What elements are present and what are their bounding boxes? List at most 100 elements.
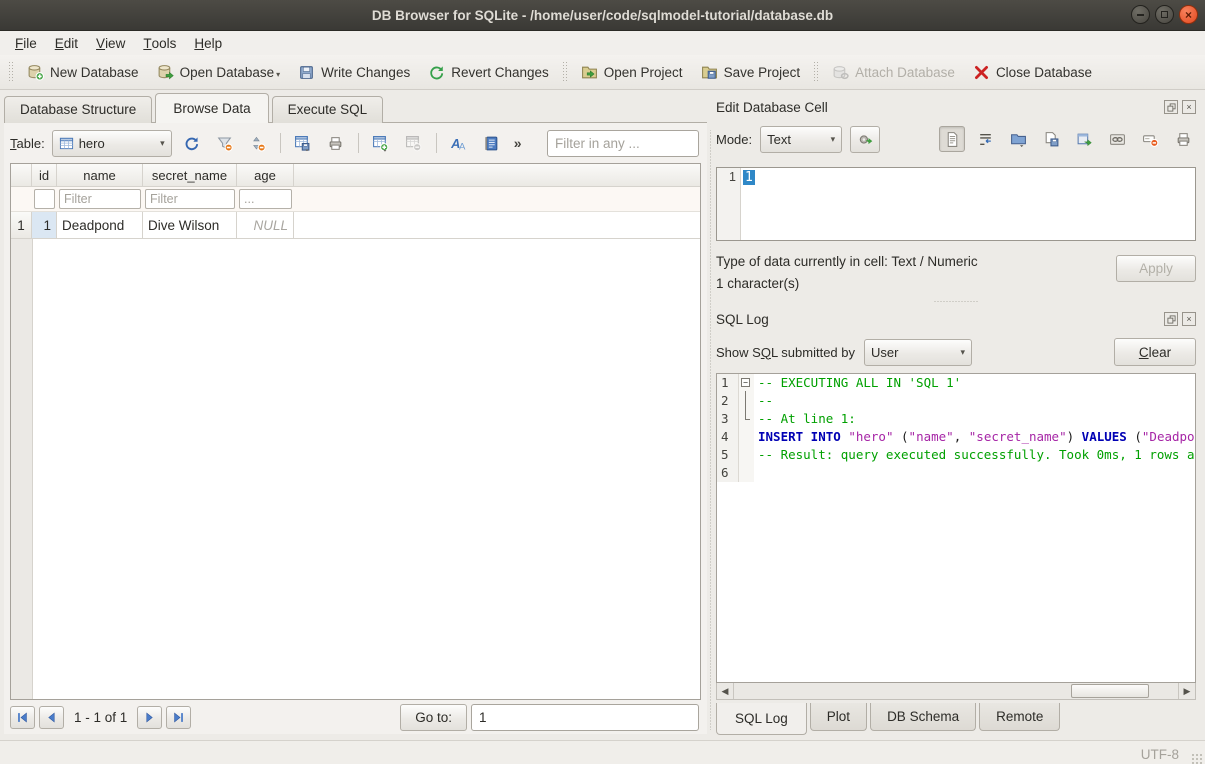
next-record-button[interactable] — [137, 706, 162, 729]
sql-log-view[interactable]: 1−-- EXECUTING ALL IN 'SQL 1'2--3-- At l… — [716, 373, 1196, 683]
tab-database-structure[interactable]: Database Structure — [4, 96, 152, 123]
float-panel-icon[interactable] — [1164, 312, 1178, 326]
log-line-text — [754, 464, 1195, 482]
dock-tab-sql-log[interactable]: SQL Log — [716, 703, 807, 735]
dock-tab-plot[interactable]: Plot — [810, 703, 867, 731]
column-header-id[interactable]: id — [32, 164, 57, 187]
close-window-button[interactable]: × — [1179, 5, 1198, 24]
export-data-button[interactable] — [1038, 126, 1064, 152]
open-in-external-button[interactable] — [1071, 126, 1097, 152]
scroll-right-icon[interactable]: ▶ — [1178, 683, 1195, 699]
filter-input-age[interactable] — [239, 189, 292, 209]
dock-splitter-handle[interactable] — [934, 295, 978, 307]
scroll-left-icon[interactable]: ◀ — [717, 683, 734, 699]
close-database-button[interactable]: Close Database — [964, 60, 1101, 85]
float-panel-icon[interactable] — [1164, 100, 1178, 114]
previous-record-button[interactable] — [39, 706, 64, 729]
binary-view-button[interactable] — [479, 130, 505, 156]
table-toolbar: Table: hero ▾ AA — [4, 123, 707, 163]
open-project-button[interactable]: Open Project — [572, 60, 692, 85]
column-header-secret_name[interactable]: secret_name — [143, 164, 237, 187]
tab-execute-sql[interactable]: Execute SQL — [272, 96, 384, 123]
cell-editor-content[interactable]: 1 — [741, 168, 1195, 240]
menu-edit[interactable]: Edit — [46, 31, 87, 55]
word-wrap-button[interactable] — [972, 126, 998, 152]
cell-name[interactable]: Deadpond — [57, 212, 143, 239]
set-null-icon — [1142, 131, 1159, 148]
minimize-button[interactable] — [1131, 5, 1150, 24]
scrollbar-track[interactable] — [734, 683, 1178, 699]
toolbar-grip[interactable] — [8, 61, 14, 83]
print-cell-button[interactable] — [1170, 126, 1196, 152]
apply-button[interactable]: Apply — [1116, 255, 1196, 282]
cell-editor[interactable]: 1 1 — [716, 167, 1196, 241]
log-line-number: 5 — [717, 446, 739, 464]
new-database-button[interactable]: New Database — [18, 60, 148, 85]
row-header[interactable]: 1 — [11, 212, 32, 239]
table-label: Table: — [10, 136, 45, 151]
sql-log-controls: Show SQL submitted by User ▾ Clear — [716, 331, 1196, 373]
print-button[interactable] — [323, 130, 349, 156]
import-data-button[interactable] — [1005, 126, 1031, 152]
goto-input[interactable] — [471, 704, 699, 731]
filter-input-secret_name[interactable] — [145, 189, 235, 209]
last-record-button[interactable] — [166, 706, 191, 729]
attach-database-label: Attach Database — [855, 65, 955, 80]
scrollbar-thumb[interactable] — [1071, 684, 1148, 698]
close-panel-icon[interactable]: × — [1182, 100, 1196, 114]
filter-input-name[interactable] — [59, 189, 141, 209]
next-record-icon — [144, 712, 155, 723]
text-mode-button[interactable] — [939, 126, 965, 152]
first-record-button[interactable] — [10, 706, 35, 729]
clear-filters-button[interactable] — [212, 130, 238, 156]
column-header-name[interactable]: name — [57, 164, 143, 187]
mode-select-value: Text — [767, 132, 791, 147]
open-database-dropdown-icon[interactable]: ▾ — [276, 70, 280, 81]
open-database-button[interactable]: Open Database ▾ — [148, 60, 290, 85]
write-changes-button[interactable]: Write Changes — [289, 60, 419, 85]
toolbar-grip-2[interactable] — [562, 61, 568, 83]
close-panel-icon[interactable]: × — [1182, 312, 1196, 326]
resize-grip[interactable] — [1191, 753, 1203, 764]
apply-data-button[interactable] — [850, 126, 880, 153]
edit-display-format-button[interactable]: AA — [446, 130, 472, 156]
cell-id[interactable]: 1 — [32, 212, 57, 239]
clear-log-button[interactable]: Clear — [1114, 338, 1196, 366]
tab-browse-data[interactable]: Browse Data — [155, 93, 268, 123]
save-as-icon — [1043, 131, 1060, 148]
menu-file[interactable]: File — [6, 31, 46, 55]
save-results-button[interactable] — [290, 130, 316, 156]
goto-button[interactable]: Go to: — [400, 704, 467, 731]
maximize-button[interactable] — [1155, 5, 1174, 24]
toolbar-overflow-chevron[interactable]: » — [514, 135, 522, 151]
toolbar-grip-3[interactable] — [813, 61, 819, 83]
column-header-age[interactable]: age — [237, 164, 294, 187]
menu-tools[interactable]: Tools — [134, 31, 185, 55]
table-row[interactable]: 11DeadpondDive WilsonNULL — [11, 212, 700, 239]
fold-margin[interactable]: − — [739, 374, 754, 392]
set-null-button[interactable] — [1137, 126, 1163, 152]
save-project-button[interactable]: Save Project — [692, 60, 810, 85]
dock-tab-remote[interactable]: Remote — [979, 703, 1060, 731]
filter-input-id[interactable] — [34, 189, 55, 209]
fold-margin — [739, 410, 754, 428]
cell-age[interactable]: NULL — [237, 212, 294, 239]
cell-secret_name[interactable]: Dive Wilson — [143, 212, 237, 239]
menu-help[interactable]: Help — [185, 31, 231, 55]
revert-changes-button[interactable]: Revert Changes — [419, 60, 558, 85]
table-select[interactable]: hero ▾ — [52, 130, 172, 157]
mode-select[interactable]: Text ▾ — [760, 126, 842, 153]
app-window: DB Browser for SQLite - /home/user/code/… — [0, 0, 1205, 764]
sql-log-hscrollbar[interactable]: ◀ ▶ — [716, 683, 1196, 700]
fold-collapse-icon[interactable]: − — [741, 378, 750, 387]
insert-record-button[interactable] — [368, 130, 394, 156]
save-results-icon — [294, 135, 311, 152]
sql-source-select[interactable]: User ▾ — [864, 339, 972, 366]
clear-sorting-button[interactable] — [245, 130, 271, 156]
menu-view[interactable]: View — [87, 31, 134, 55]
refresh-button[interactable] — [179, 130, 205, 156]
copy-link-button[interactable] — [1104, 126, 1130, 152]
filter-any-column-input[interactable] — [547, 130, 699, 157]
dock-tab-db-schema[interactable]: DB Schema — [870, 703, 976, 731]
grid-corner[interactable] — [11, 164, 32, 187]
